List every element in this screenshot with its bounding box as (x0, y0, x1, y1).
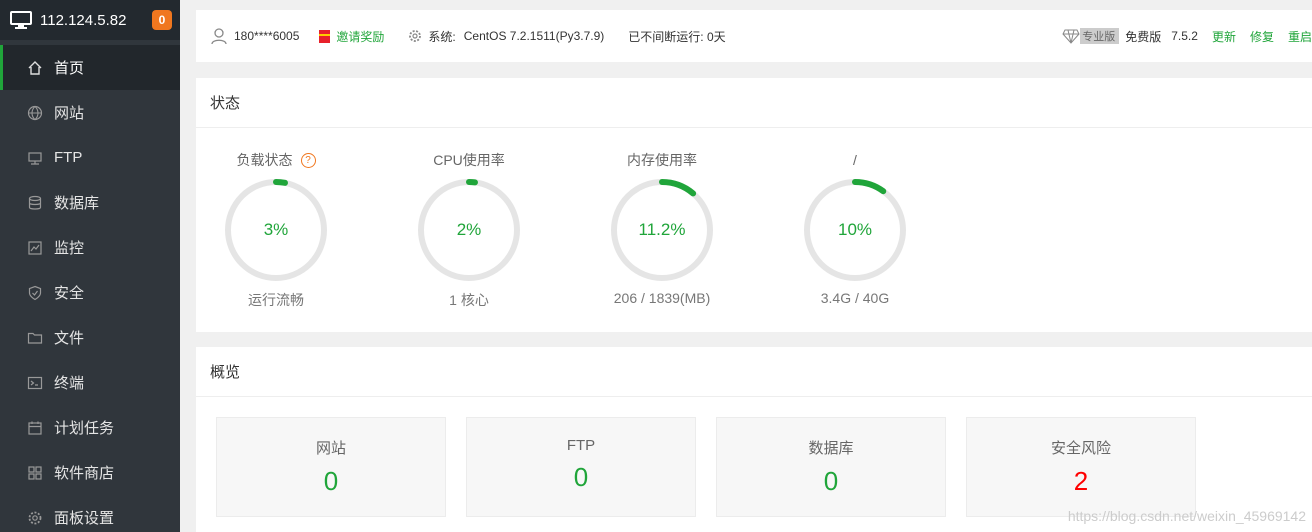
user-account[interactable]: 180****6005 (210, 27, 299, 45)
restart-link[interactable]: 重启 (1288, 28, 1312, 45)
message-badge[interactable]: 0 (152, 10, 172, 30)
gift-icon (319, 29, 331, 43)
monitor-chart-icon (26, 239, 44, 257)
card-security-risk[interactable]: 安全风险 2 (966, 417, 1196, 517)
card-value: 2 (1073, 466, 1089, 496)
gear-icon (26, 509, 44, 527)
diamond-icon (1062, 28, 1081, 44)
gauge-disk[interactable]: / 10% 3.4G / 40G (775, 150, 935, 306)
sidebar-item-store[interactable]: 软件商店 (0, 450, 180, 495)
sidebar-item-label: 面板设置 (54, 510, 115, 527)
gauge-cpu[interactable]: CPU使用率 2% 1 核心 (389, 150, 549, 310)
sidebar-item-label: FTP (54, 149, 83, 166)
sidebar: 112.124.5.82 0 首页 网站 FTP 数据库 监控 安全 文件 终端… (0, 0, 180, 532)
update-link[interactable]: 更新 (1212, 28, 1236, 45)
sidebar-item-label: 监控 (54, 240, 85, 257)
sidebar-menu: 首页 网站 FTP 数据库 监控 安全 文件 终端 计划任务 软件商店 面板设置 (0, 45, 180, 532)
version-actions: 专业版 免费版 7.5.2 更新 修复 重启 (1062, 28, 1312, 45)
free-edition-label: 免费版 (1125, 29, 1162, 44)
card-websites[interactable]: 网站 0 (216, 417, 446, 517)
gauge-title: 内存使用率 (582, 150, 742, 170)
overview-panel: 概览 网站 0 FTP 0 数据库 0 安全风险 2 (196, 347, 1312, 532)
gauge-title-text: CPU使用率 (433, 152, 505, 168)
terminal-icon (26, 374, 44, 392)
sidebar-item-label: 软件商店 (54, 465, 115, 482)
sidebar-item-label: 首页 (54, 60, 85, 77)
uptime-text: 已不间断运行: 0天 (628, 29, 726, 44)
help-icon[interactable]: ? (300, 152, 316, 168)
sidebar-item-home[interactable]: 首页 (0, 45, 180, 90)
card-title: 数据库 (808, 440, 854, 457)
shield-icon (26, 284, 44, 302)
gauge-title: CPU使用率 (389, 150, 549, 170)
gauge-subtext: 1 核心 (449, 292, 489, 308)
invite-reward-link[interactable]: 邀请奖励 (319, 28, 384, 45)
sidebar-item-label: 数据库 (54, 195, 100, 212)
watermark: https://blog.csdn.net/weixin_45969142 (1067, 508, 1306, 524)
system-label: 系统: (428, 29, 456, 44)
gauge-title-text: 负载状态 (236, 152, 293, 168)
gauge-title: / (775, 150, 935, 170)
card-value: 0 (573, 462, 589, 492)
sidebar-item-ftp[interactable]: FTP (0, 135, 180, 180)
status-title: 状态 (196, 78, 1312, 128)
top-bar: 180****6005 邀请奖励 系统: CentOS 7.2.1511(Py3… (196, 10, 1312, 62)
system-value: CentOS 7.2.1511(Py3.7.9) (463, 29, 605, 43)
sidebar-item-label: 文件 (54, 330, 85, 347)
status-panel: 状态 负载状态 ? 3% 运行流畅 CPU使用率 2% 1 核心 内存使用率 1… (196, 78, 1312, 332)
gauge-title: 负载状态 ? (196, 150, 356, 170)
system-info: 系统: CentOS 7.2.1511(Py3.7.9) (408, 28, 604, 45)
database-icon (26, 194, 44, 212)
pro-edition-label: 专业版 (1082, 31, 1116, 43)
sidebar-item-files[interactable]: 文件 (0, 315, 180, 360)
monitor-icon (10, 11, 32, 29)
sidebar-item-security[interactable]: 安全 (0, 270, 180, 315)
overview-title: 概览 (196, 347, 1312, 397)
card-title: 安全风险 (1050, 440, 1111, 457)
calendar-icon (26, 419, 44, 437)
gear-icon (409, 30, 422, 42)
card-value: 0 (823, 466, 839, 496)
apps-grid-icon (26, 464, 44, 482)
sidebar-item-label: 计划任务 (54, 420, 115, 437)
card-value: 0 (323, 466, 339, 496)
sidebar-item-cron[interactable]: 计划任务 (0, 405, 180, 450)
invite-label: 邀请奖励 (336, 29, 385, 44)
gauge-memory[interactable]: 内存使用率 11.2% 206 / 1839(MB) (582, 150, 742, 306)
gauge-subtext: 206 / 1839(MB) (613, 290, 711, 306)
sidebar-item-label: 网站 (54, 105, 85, 122)
ftp-icon (26, 149, 44, 167)
sidebar-header: 112.124.5.82 0 (0, 0, 180, 40)
card-database[interactable]: 数据库 0 (716, 417, 946, 517)
sidebar-item-label: 终端 (54, 375, 85, 392)
gauge-title-text: / (853, 152, 857, 168)
home-icon (26, 59, 44, 77)
version-number: 7.5.2 (1171, 29, 1198, 43)
folder-icon (26, 329, 44, 347)
gauge-value: 2% (456, 220, 482, 239)
card-title: FTP (566, 437, 596, 454)
sidebar-item-label: 安全 (54, 285, 85, 302)
gauge-value: 3% (263, 220, 289, 239)
sidebar-item-database[interactable]: 数据库 (0, 180, 180, 225)
gauge-value: 10% (837, 220, 873, 239)
user-phone: 180****6005 (234, 29, 300, 43)
sidebar-item-settings[interactable]: 面板设置 (0, 495, 180, 532)
globe-icon (26, 104, 44, 122)
server-ip: 112.124.5.82 (40, 11, 127, 29)
gauge-subtext: 运行流畅 (248, 292, 304, 308)
card-ftp[interactable]: FTP 0 (466, 417, 696, 517)
sidebar-item-terminal[interactable]: 终端 (0, 360, 180, 405)
sidebar-item-monitor[interactable]: 监控 (0, 225, 180, 270)
gauge-load[interactable]: 负载状态 ? 3% 运行流畅 (196, 150, 356, 310)
user-icon (211, 28, 227, 45)
pro-edition-badge[interactable]: 专业版 (1062, 28, 1120, 44)
gauge-title-text: 内存使用率 (627, 152, 697, 168)
repair-link[interactable]: 修复 (1250, 28, 1274, 45)
gauge-row: 负载状态 ? 3% 运行流畅 CPU使用率 2% 1 核心 内存使用率 11.2… (196, 128, 1312, 332)
gauge-value: 11.2% (638, 220, 686, 239)
sidebar-item-website[interactable]: 网站 (0, 90, 180, 135)
gauge-subtext: 3.4G / 40G (820, 290, 890, 306)
card-title: 网站 (315, 440, 346, 457)
